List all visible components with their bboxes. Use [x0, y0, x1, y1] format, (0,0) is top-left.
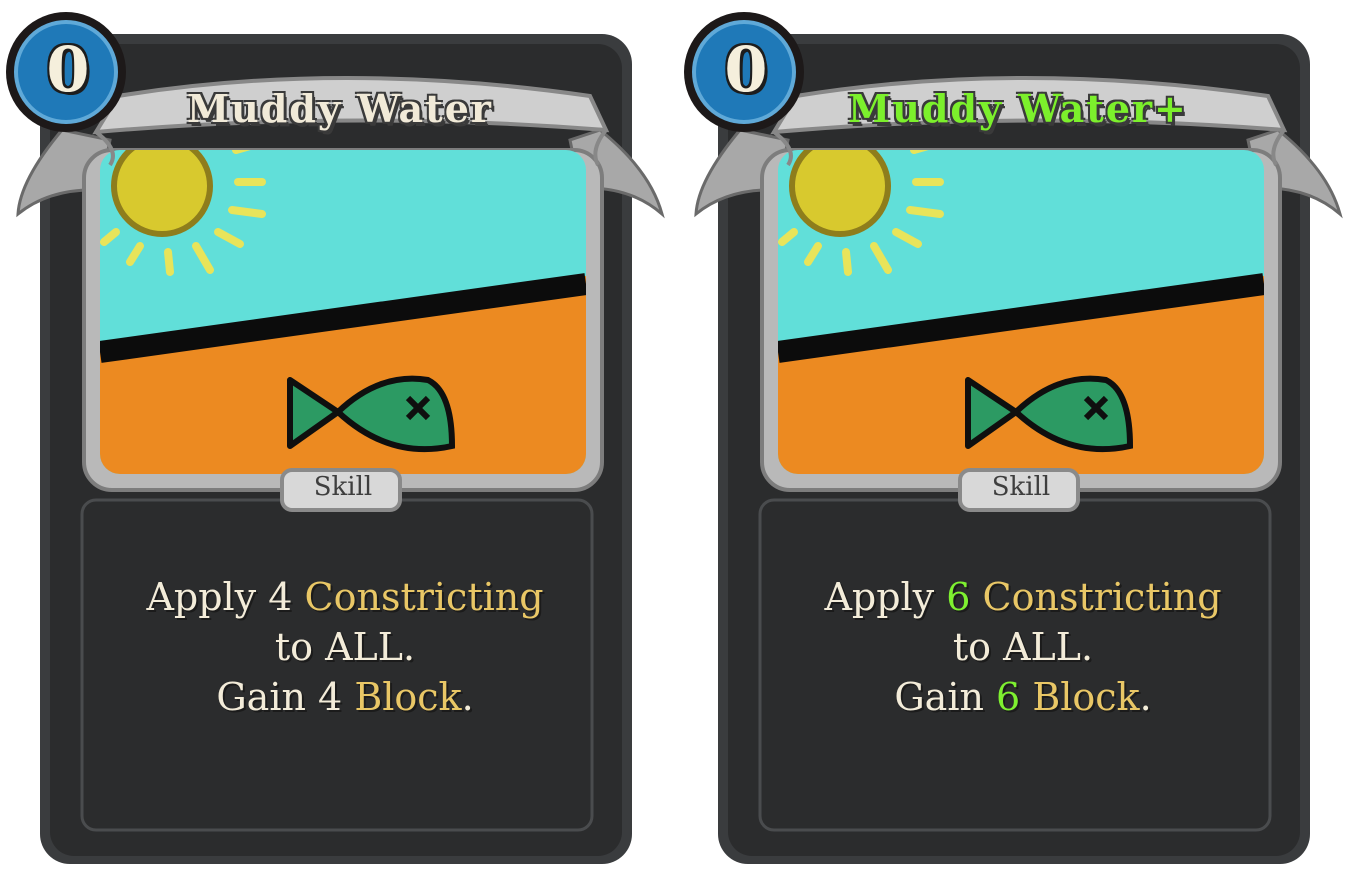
card-frame: [6, 12, 665, 864]
desc-number: 4: [318, 675, 343, 719]
card-type: Skill: [313, 472, 373, 502]
card-muddy-water-upgraded[interactable]: 0 Muddy Water+ Skill Apply 6 Constrictin…: [678, 0, 1348, 874]
keyword-block: Block: [1032, 675, 1140, 719]
desc-text: Gain: [216, 675, 319, 719]
card-art: [100, 150, 586, 474]
desc-text: Gain: [894, 675, 997, 719]
desc-number-upgraded: 6: [946, 575, 971, 619]
card-title: Muddy Water+: [848, 86, 1188, 131]
desc-text: .: [461, 675, 474, 719]
keyword-constricting: Constricting: [304, 575, 544, 619]
keyword-constricting: Constricting: [982, 575, 1222, 619]
card-muddy-water[interactable]: 0 Muddy Water Skill Apply 4 Constricting…: [0, 0, 670, 874]
card-frame: [684, 12, 1343, 864]
desc-text: to ALL.: [274, 625, 416, 669]
desc-number-upgraded: 6: [996, 675, 1021, 719]
desc-text: .: [1139, 675, 1152, 719]
desc-text: Apply: [824, 575, 947, 619]
desc-number: 4: [268, 575, 293, 619]
desc-text: Apply: [146, 575, 269, 619]
card-cost: 0: [46, 33, 90, 106]
card-title: Muddy Water: [187, 86, 493, 131]
card-type: Skill: [991, 472, 1051, 502]
desc-text: to ALL.: [952, 625, 1094, 669]
card-description: Apply 6 Constricting to ALL. Gain 6 Bloc…: [748, 572, 1298, 722]
keyword-block: Block: [354, 675, 462, 719]
card-description: Apply 4 Constricting to ALL. Gain 4 Bloc…: [70, 572, 620, 722]
card-cost: 0: [724, 33, 768, 106]
card-art: [778, 150, 1264, 474]
